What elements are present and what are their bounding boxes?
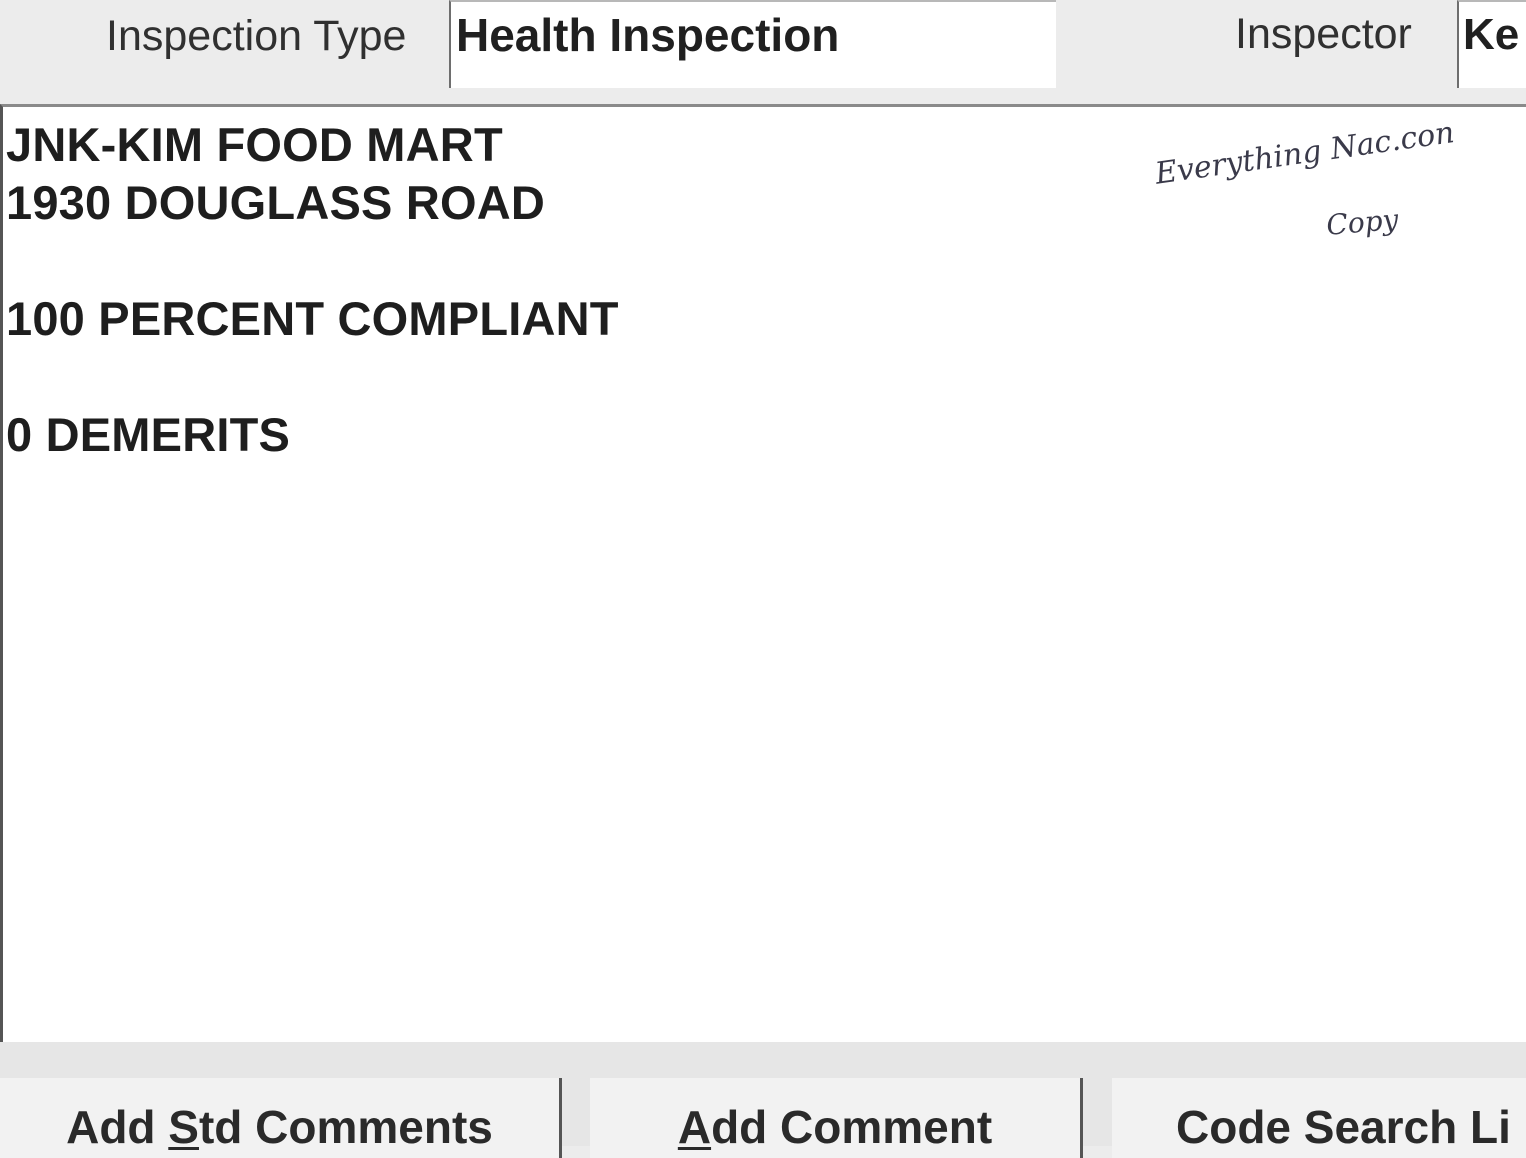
button-bar: Add Std Comments Add Comment Code Search… [0,1042,1526,1158]
inspection-header: Inspection Type Health Inspection Inspec… [0,0,1526,104]
handwritten-note: Everything Nac.con [1153,115,1457,192]
inspection-type-field[interactable]: Health Inspection [449,0,1056,88]
inspection-type-value: Health Inspection [456,9,840,61]
handwritten-note: Copy [1325,202,1400,242]
comment-line: 0 DEMERITS [6,408,291,461]
comment-line: 100 PERCENT COMPLIANT [6,292,619,345]
comment-line: JNK-KIM FOOD MART [6,118,503,171]
comments-text-area[interactable]: JNK-KIM FOOD MART 1930 DOUGLASS ROAD 100… [0,104,1526,1042]
inspection-type-label: Inspection Type [106,12,407,60]
add-comment-button[interactable]: Add Comment [590,1078,1083,1158]
inspector-label: Inspector [1235,10,1412,58]
code-search-button[interactable]: Code Search Li [1112,1078,1526,1158]
inspector-field[interactable]: Ke [1457,0,1526,88]
inspector-value: Ke [1463,10,1520,59]
add-std-comments-button[interactable]: Add Std Comments [0,1078,562,1158]
comment-line: 1930 DOUGLASS ROAD [6,176,546,229]
